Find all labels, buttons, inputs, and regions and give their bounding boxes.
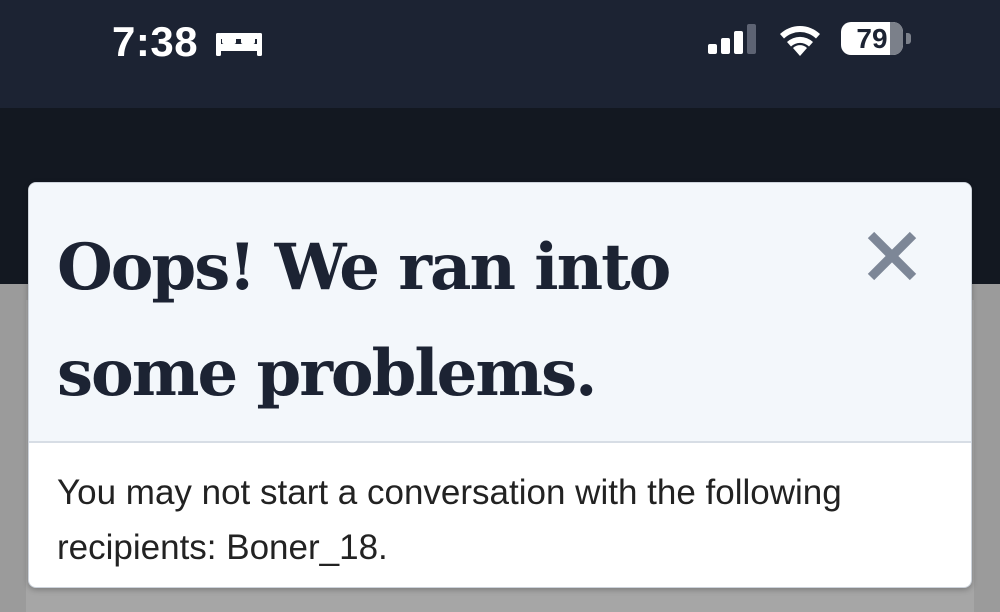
close-icon — [867, 231, 917, 281]
status-time: 7:38 — [112, 18, 199, 65]
status-bar: 7:38 79 — [0, 0, 1000, 108]
error-dialog-title: Oops! We ran into some problems. — [57, 230, 671, 411]
wifi-icon — [778, 22, 822, 61]
battery-indicator: 79 — [841, 22, 903, 55]
bed-icon — [216, 30, 262, 61]
cellular-signal-icon — [708, 24, 760, 59]
battery-cap — [906, 33, 911, 44]
error-dialog: Oops! We ran into some problems. You may… — [28, 182, 972, 588]
close-button[interactable] — [859, 223, 925, 289]
battery-percentage: 79 — [856, 23, 888, 54]
error-dialog-header: Oops! We ran into some problems. — [29, 183, 971, 443]
error-dialog-message: You may not start a conversation with th… — [57, 473, 842, 567]
